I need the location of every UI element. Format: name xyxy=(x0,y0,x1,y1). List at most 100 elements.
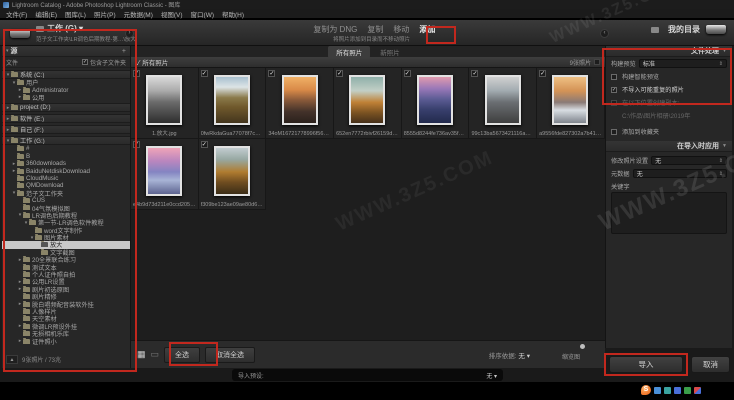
photo-thumbnail[interactable] xyxy=(349,75,385,125)
menu-item[interactable]: 文件(F) xyxy=(6,9,27,19)
add-source-button[interactable]: + xyxy=(122,48,126,55)
left-panel-toggle[interactable]: › xyxy=(125,29,134,38)
folder-tree-item[interactable]: ▸脱白唱频配音装软外挂 xyxy=(2,300,130,307)
ime-mic-icon[interactable] xyxy=(674,387,681,394)
folder-tree-item[interactable]: ▸自己 (F:) xyxy=(2,125,130,134)
deselect-all-button[interactable]: 取消全选 xyxy=(205,347,255,363)
folder-tree-item[interactable]: 人像样片 xyxy=(2,308,130,315)
folder-tree-item[interactable]: ▸公用LR设置 xyxy=(2,278,130,285)
folder-tree-item[interactable]: B xyxy=(2,153,130,160)
build-previews-dropdown[interactable]: 标准⇕ xyxy=(639,59,727,68)
sort-control[interactable]: 排序依据: 无 ▾ xyxy=(489,350,530,360)
smart-previews-checkbox[interactable] xyxy=(611,74,617,80)
import-button[interactable]: 导入 xyxy=(609,356,683,373)
folder-tree-item[interactable]: ▸证件照小 xyxy=(2,337,130,344)
folder-tree-item[interactable]: 剧片精修 xyxy=(2,293,130,300)
right-panel-toggle[interactable]: ‹ xyxy=(600,29,609,38)
menu-item[interactable]: 照片(P) xyxy=(94,9,116,19)
folder-tree-item[interactable]: ▾LR调色后期教程 xyxy=(2,212,130,219)
photo-cell[interactable]: ✓a9556fde827302a7b412Aec48 xyxy=(537,68,605,139)
folder-tree-item[interactable]: # xyxy=(2,145,130,152)
apply-during-import-header[interactable]: 在导入时应用 ▼ xyxy=(606,141,732,152)
metadata-dropdown[interactable]: 无⇕ xyxy=(633,169,727,178)
folder-tree-item[interactable]: QMDownload xyxy=(2,182,130,189)
photo-checkbox[interactable]: ✓ xyxy=(268,70,275,77)
folder-tree-item[interactable]: 无损相机乐库 xyxy=(2,330,130,337)
photo-cell[interactable]: ✓0fwRkdaGua77078f7c5f69a1bf5d xyxy=(199,68,267,139)
menu-item[interactable]: 元数据(M) xyxy=(124,9,153,19)
folder-tree-item[interactable]: ▸360downloads xyxy=(2,160,130,167)
tab-新照片[interactable]: 新照片 xyxy=(372,46,408,58)
ime-toolbar[interactable]: S xyxy=(641,385,701,395)
photo-cell[interactable]: ✓8555d8244fe736av35faf3bc0e xyxy=(402,68,470,139)
import-mode-4[interactable]: 添加 xyxy=(419,24,435,35)
photo-checkbox[interactable]: ✓ xyxy=(133,141,140,148)
import-mode-1[interactable]: 复制为 DNG xyxy=(313,24,357,35)
grid-view-icon[interactable]: ▦ xyxy=(137,349,146,360)
folder-tree-item[interactable]: 天空素材 xyxy=(2,315,130,322)
photo-thumbnail[interactable] xyxy=(552,75,588,125)
folder-tree-item[interactable]: CUS xyxy=(2,197,130,204)
ime-punct-icon[interactable] xyxy=(664,387,671,394)
photo-thumbnail[interactable] xyxy=(214,146,250,196)
photo-checkbox[interactable]: ✓ xyxy=(201,141,208,148)
photo-cell[interactable]: ✓e4b9d73d211e0ccd205a6c9d14d94 xyxy=(131,139,199,210)
folder-tree-item[interactable]: ▾图片素材 xyxy=(2,234,130,241)
sogou-input-icon[interactable]: S xyxy=(641,385,651,395)
menu-item[interactable]: 帮助(H) xyxy=(222,9,244,19)
folder-tree-item[interactable]: ▸BaiduNetdiskDownload xyxy=(2,167,130,174)
photo-checkbox[interactable]: ✓ xyxy=(471,70,478,77)
all-photos-check[interactable]: ✓ 所有照片 xyxy=(136,57,570,67)
folder-tree-item[interactable]: 04气氛模拟图 xyxy=(2,204,130,211)
photo-checkbox[interactable]: ✓ xyxy=(201,70,208,77)
tab-所有照片[interactable]: 所有照片 xyxy=(328,46,370,58)
cancel-button[interactable]: 取消 xyxy=(691,356,730,373)
import-mode-3[interactable]: 移动 xyxy=(393,24,409,35)
folder-tree-item[interactable]: ▾第一节-LR调色软件教程 xyxy=(2,219,130,226)
menu-item[interactable]: 编辑(E) xyxy=(35,9,57,19)
photo-checkbox[interactable]: ✓ xyxy=(336,70,343,77)
folder-tree-item[interactable]: 个人证件照自拍 xyxy=(2,271,130,278)
folder-tree-item[interactable]: ▸微调LR预设外挂 xyxy=(2,323,130,330)
photo-thumbnail[interactable] xyxy=(214,75,250,125)
import-mode-2[interactable]: 复制 xyxy=(367,24,383,35)
photo-checkbox[interactable]: ✓ xyxy=(404,70,411,77)
photo-thumbnail[interactable] xyxy=(417,75,453,125)
photo-thumbnail[interactable] xyxy=(485,75,521,125)
loupe-view-icon[interactable]: ▭ xyxy=(151,349,160,360)
no-duplicates-checkbox[interactable]: ✓ xyxy=(611,87,617,93)
source-name[interactable]: 工作 (G) ▾ xyxy=(36,23,136,34)
folder-tree-item[interactable]: ▾系统 (C:) xyxy=(2,70,130,79)
folder-tree-item[interactable]: ▸软件 (E:) xyxy=(2,114,130,123)
photo-cell[interactable]: ✓652en7772rbivf26159d13779e xyxy=(334,68,402,139)
source-section-header[interactable]: ▾ 源 + xyxy=(2,46,130,57)
folder-tree-item[interactable]: ▸20全景联合练习 xyxy=(2,256,130,263)
file-handling-header[interactable]: 文件处理 ▼ xyxy=(606,46,732,57)
folder-tree-item[interactable]: ▾范子文工作夹 xyxy=(2,190,130,197)
folder-tree-item[interactable]: ▸剧片初选原图 xyxy=(2,286,130,293)
source-device[interactable]: 工作 (G) ▾ 范子文工作夹\LR调色后期教程-第…\放大 xyxy=(10,23,136,43)
keywords-input[interactable] xyxy=(611,192,727,234)
include-subfolders-checkbox[interactable]: ✓ xyxy=(82,59,88,65)
folder-tree-item[interactable]: ▾用户 xyxy=(2,79,130,86)
photo-checkbox[interactable]: ✓ xyxy=(539,70,546,77)
photo-checkbox[interactable]: ✓ xyxy=(133,70,140,77)
select-all-button[interactable]: 全选 xyxy=(164,347,200,363)
ime-emoji-icon[interactable] xyxy=(684,387,691,394)
photo-cell[interactable]: ✓f309be123ae09ae80d675a3c5e48 xyxy=(199,139,267,210)
folder-tree-item[interactable]: ▾工作 (G:) xyxy=(2,136,130,145)
ime-mode-icon[interactable] xyxy=(654,387,661,394)
develop-settings-dropdown[interactable]: 无⇕ xyxy=(651,156,727,165)
folder-tree-item[interactable]: 测试文本 xyxy=(2,263,130,270)
folder-tree-item[interactable]: ▸Administrator xyxy=(2,86,130,93)
slider-knob[interactable] xyxy=(580,344,585,349)
folder-tree-item[interactable]: ▸公用 xyxy=(2,94,130,101)
photo-cell[interactable]: ✓34oM16721778996f56dd1e1ef94 xyxy=(266,68,334,139)
destination[interactable]: 我的目录 xyxy=(651,24,726,35)
add-to-collection-checkbox[interactable] xyxy=(611,129,617,135)
folder-tree-item[interactable]: ▸project (D:) xyxy=(2,103,130,112)
photo-thumbnail[interactable] xyxy=(146,75,182,125)
photo-thumbnail[interactable] xyxy=(282,75,318,125)
photo-cell[interactable]: ✓1.放大.jpg xyxy=(131,68,199,139)
folder-tree-item[interactable]: CloudMusic xyxy=(2,175,130,182)
